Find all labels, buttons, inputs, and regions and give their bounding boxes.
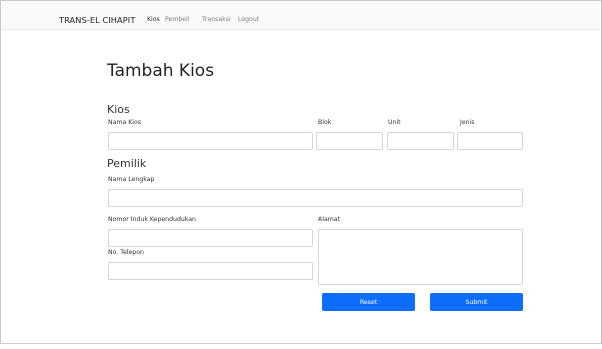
section-kios-heading: Kios [107,103,130,116]
label-jenis: Jenis [460,119,475,126]
blok-input[interactable] [316,132,383,150]
label-telepon: No. Telepon [108,249,144,256]
nama-lengkap-input[interactable] [108,189,523,207]
unit-input[interactable] [387,132,454,150]
label-nik: Nomor Induk Kependudukan [108,216,196,223]
alamat-textarea[interactable] [318,229,523,285]
nav-link-pembeli[interactable]: Pembeli [165,16,190,23]
reset-button[interactable]: Reset [322,293,415,311]
label-blok: Blok [318,119,332,126]
navbar-brand[interactable]: TRANS-EL CIHAPIT [59,15,135,25]
telepon-input[interactable] [108,262,313,280]
submit-button[interactable]: Submit [430,293,523,311]
navbar: TRANS-EL CIHAPIT Kios Pembeli Transaksi … [1,1,600,30]
label-alamat: Alamat [318,216,340,223]
nav-link-logout[interactable]: Logout [238,16,259,23]
nama-kios-input[interactable] [108,132,313,150]
section-pemilik-heading: Pemilik [107,157,147,170]
label-nama-lengkap: Nama Lengkap [108,176,155,183]
nav-link-transaksi[interactable]: Transaksi [202,16,231,23]
jenis-input[interactable] [457,132,523,150]
nav-link-kios[interactable]: Kios [147,16,160,23]
label-nama-kios: Nama Kios [108,119,141,126]
window-bottom-edge [0,343,602,349]
page-title: Tambah Kios [107,61,215,81]
label-unit: Unit [388,119,401,126]
nik-input[interactable] [108,229,313,247]
